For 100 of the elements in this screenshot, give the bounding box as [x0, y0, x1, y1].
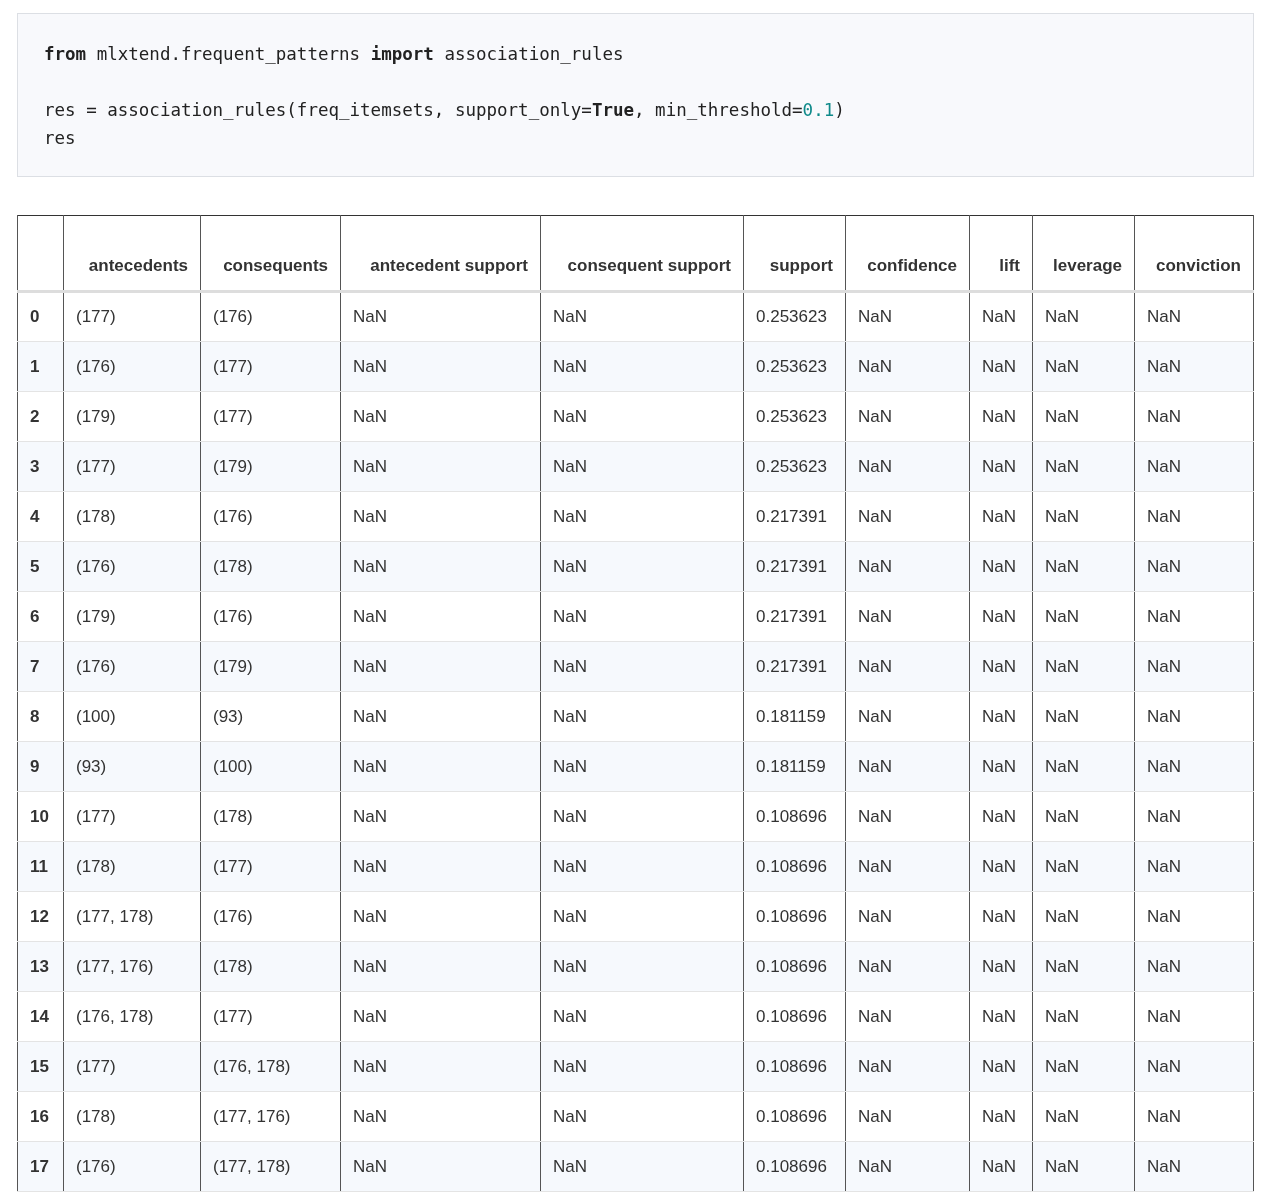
table-cell: NaN: [1147, 1106, 1181, 1126]
table-cell: NaN: [1147, 856, 1181, 876]
table-cell: NaN: [982, 956, 1016, 976]
table-cell: (179): [213, 656, 253, 676]
table-cell: NaN: [1045, 1056, 1079, 1076]
table-cell: (177, 178): [213, 1156, 291, 1176]
table-cell: 0.108696: [756, 806, 827, 826]
row-index: 5: [30, 556, 40, 576]
column-header: antecedent support: [370, 256, 528, 275]
table-cell: NaN: [553, 806, 587, 826]
table-cell: NaN: [353, 506, 387, 526]
table-cell: 0.217391: [756, 606, 827, 626]
table-cell: NaN: [553, 656, 587, 676]
table-cell: (176): [213, 906, 253, 926]
table-cell: 0.108696: [756, 1156, 827, 1176]
table-cell: NaN: [858, 356, 892, 376]
table-cell: NaN: [353, 756, 387, 776]
column-header: antecedents: [88, 256, 188, 275]
table-cell: NaN: [353, 606, 387, 626]
table-cell: NaN: [858, 1056, 892, 1076]
table-cell: (100): [213, 756, 253, 776]
column-header: support: [769, 256, 833, 275]
column-header: consequent support: [567, 256, 731, 275]
table-cell: NaN: [1147, 307, 1181, 327]
table-cell: NaN: [1045, 756, 1079, 776]
table-cell: NaN: [353, 406, 387, 426]
table-cell: NaN: [858, 1006, 892, 1026]
table-cell: NaN: [353, 1056, 387, 1076]
table-cell: (177): [213, 856, 253, 876]
column-header: confidence: [867, 256, 957, 275]
table-cell: NaN: [353, 456, 387, 476]
table-cell: (178): [76, 856, 116, 876]
table-cell: NaN: [982, 806, 1016, 826]
table-cell: NaN: [858, 556, 892, 576]
table-cell: NaN: [858, 307, 892, 327]
table-cell: NaN: [353, 806, 387, 826]
table-cell: NaN: [982, 1156, 1016, 1176]
table-cell: NaN: [1147, 1006, 1181, 1026]
column-header: lift: [999, 256, 1020, 275]
table-cell: NaN: [553, 606, 587, 626]
table-cell: NaN: [353, 1106, 387, 1126]
table-cell: NaN: [1045, 656, 1079, 676]
table-cell: NaN: [858, 406, 892, 426]
row-index: 16: [30, 1106, 49, 1126]
table-cell: NaN: [982, 556, 1016, 576]
table-cell: NaN: [858, 806, 892, 826]
column-header: conviction: [1156, 256, 1241, 275]
table-cell: NaN: [553, 356, 587, 376]
table-cell: NaN: [1147, 506, 1181, 526]
table-cell: NaN: [982, 706, 1016, 726]
table-cell: (178): [213, 556, 253, 576]
table-cell: NaN: [353, 1006, 387, 1026]
table-cell: NaN: [982, 1106, 1016, 1126]
table-cell: (93): [76, 756, 107, 776]
table-cell: NaN: [1147, 706, 1181, 726]
row-index: 4: [30, 506, 40, 526]
table-cell: NaN: [982, 606, 1016, 626]
table-cell: NaN: [553, 307, 587, 327]
table-cell: NaN: [982, 906, 1016, 926]
table-cell: NaN: [982, 756, 1016, 776]
table-cell: NaN: [858, 956, 892, 976]
table-cell: (176, 178): [213, 1056, 291, 1076]
table-cell: NaN: [858, 906, 892, 926]
table-cell: (177, 178): [76, 906, 154, 926]
table-cell: NaN: [1147, 356, 1181, 376]
table-cell: NaN: [553, 856, 587, 876]
table-cell: NaN: [1147, 956, 1181, 976]
table-cell: NaN: [1045, 356, 1079, 376]
table-cell: 0.253623: [756, 356, 827, 376]
table-cell: (179): [213, 456, 253, 476]
table-cell: NaN: [1045, 307, 1079, 327]
table-cell: NaN: [353, 1156, 387, 1176]
table-cell: 0.181159: [756, 756, 826, 776]
row-index: 1: [30, 356, 40, 376]
table-cell: NaN: [1045, 706, 1079, 726]
code-line: from mlxtend.frequent_patterns import association_rules: [44, 43, 625, 66]
table-cell: 0.108696: [756, 1056, 827, 1076]
table-cell: NaN: [1147, 456, 1181, 476]
table-cell: NaN: [982, 506, 1016, 526]
code-line: res = association_rules(freq_itemsets, support_only=True, min_threshold=0.1): [44, 99, 846, 122]
table-cell: NaN: [858, 1106, 892, 1126]
table-cell: 0.253623: [756, 456, 827, 476]
column-header: leverage: [1053, 256, 1122, 275]
table-cell: (178): [213, 806, 253, 826]
table-cell: (177, 176): [213, 1106, 291, 1126]
table-cell: 0.253623: [756, 307, 827, 327]
table-cell: NaN: [1045, 1156, 1079, 1176]
table-cell: (176, 178): [76, 1006, 154, 1026]
table-cell: 0.108696: [756, 1106, 827, 1126]
table-cell: (178): [213, 956, 253, 976]
table-cell: NaN: [1147, 806, 1181, 826]
table-cell: (177): [213, 356, 253, 376]
table-cell: NaN: [1045, 556, 1079, 576]
row-index: 13: [30, 956, 49, 976]
table-cell: NaN: [553, 506, 587, 526]
table-cell: NaN: [353, 856, 387, 876]
table-cell: 0.108696: [756, 856, 827, 876]
table-cell: NaN: [553, 1006, 587, 1026]
table-cell: (177): [213, 1006, 253, 1026]
row-index: 10: [30, 806, 49, 826]
